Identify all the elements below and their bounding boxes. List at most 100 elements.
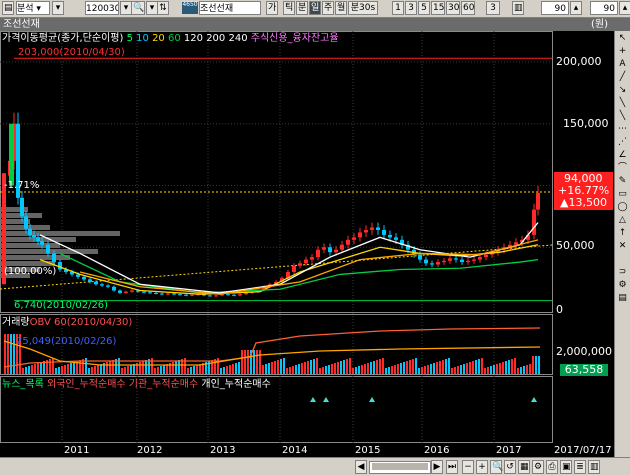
period-tick-button[interactable]: 가 — [266, 1, 278, 15]
period-month-button[interactable]: 월 — [335, 1, 347, 15]
channel-icon[interactable]: ╲ — [617, 111, 628, 122]
magnet-icon[interactable]: ⊃ — [617, 267, 628, 278]
volume-bar — [367, 363, 369, 374]
save-icon[interactable]: ▣ — [560, 460, 572, 474]
volume-bar — [4, 334, 6, 374]
zoom-input-1[interactable]: 90 — [541, 1, 569, 15]
volume-bar — [454, 367, 456, 374]
volume-bar — [520, 367, 522, 374]
ellipse-icon[interactable]: ◯ — [617, 202, 628, 213]
volume-bar — [265, 364, 267, 374]
swap-icon[interactable]: ⇅ — [157, 1, 169, 15]
scrollbar-track[interactable] — [369, 461, 431, 474]
pct-bottom-label: (100.00%) — [4, 266, 57, 277]
current-price-box: 94,000 +16.77% ▲13,500 — [554, 172, 613, 210]
scroll-end-icon[interactable]: ⏭ — [446, 460, 458, 474]
volume-bar — [484, 368, 486, 374]
zoom-input-2[interactable]: 90 — [590, 1, 618, 15]
grid-icon[interactable]: ▥ — [588, 460, 600, 474]
volume-bar — [394, 365, 396, 374]
chevron-up-icon[interactable]: ▴ — [570, 1, 582, 15]
period-min-button[interactable]: 분 — [296, 1, 308, 15]
volume-bar — [73, 362, 75, 374]
settings-icon[interactable]: ⚙ — [532, 460, 544, 474]
period-tick2-button[interactable]: 틱 — [283, 1, 295, 15]
interval-30-button[interactable]: 30 — [446, 1, 460, 15]
candle-body — [184, 294, 188, 296]
scroll-right-icon[interactable]: ▶ — [431, 460, 443, 474]
x-tick-label: 2011 — [64, 445, 90, 456]
candle-body — [100, 284, 104, 286]
volume-bar — [310, 360, 312, 374]
text-icon[interactable]: A — [617, 59, 628, 70]
pencil-icon[interactable]: ✎ — [617, 176, 628, 187]
volume-bar — [241, 350, 243, 374]
scrollbar-thumb[interactable] — [372, 463, 428, 470]
volume-bar — [172, 362, 174, 374]
candle-body — [388, 234, 392, 238]
chart-icon[interactable]: ▦ — [518, 460, 530, 474]
trend-icon[interactable]: ↘ — [617, 85, 628, 96]
status-bar: ◀ ▶ ⏭ − + 🔍 ↺ ▦ ⚙ ⎙ ▣ ≣ ▥ — [0, 457, 630, 475]
erase-icon[interactable]: ✕ — [617, 241, 628, 252]
interval-60-button[interactable]: 60 — [461, 1, 475, 15]
cursor-icon[interactable]: ↖ — [617, 33, 628, 44]
volume-bar — [364, 364, 366, 374]
zoom-in-icon[interactable]: + — [476, 460, 488, 474]
volume-bar — [61, 366, 63, 374]
interval-15-button[interactable]: 15 — [431, 1, 445, 15]
print-icon[interactable]: ⎙ — [546, 460, 558, 474]
scroll-left-icon[interactable]: ◀ — [355, 460, 367, 474]
menu-icon[interactable]: ▤ — [2, 1, 14, 15]
candle-body — [514, 242, 518, 245]
candle-body — [130, 290, 134, 292]
volume-bar — [478, 359, 480, 374]
institution-net-label[interactable]: 기관_누적순매수 — [129, 379, 198, 390]
volume-bar — [130, 365, 132, 374]
volume-bar — [403, 362, 405, 374]
list-icon[interactable]: ≣ — [574, 460, 586, 474]
volume-profile-bar — [0, 255, 70, 260]
period-day-button[interactable]: 일 — [309, 1, 321, 15]
rectangle-icon[interactable]: ▭ — [617, 189, 628, 200]
cross-icon[interactable]: + — [617, 46, 628, 57]
stock-code-input[interactable]: 120030 — [85, 1, 119, 15]
news-list-label[interactable]: 뉴스_목록 — [2, 379, 44, 390]
search-icon[interactable]: 🔍 — [131, 1, 145, 15]
angle-icon[interactable]: ∠ — [617, 150, 628, 161]
search-icon[interactable]: 🔍 — [490, 460, 503, 474]
settings-icon[interactable]: ⚙ — [617, 280, 628, 291]
volume-bar — [292, 366, 294, 374]
volume-bar — [373, 361, 375, 374]
volume-bar — [307, 361, 309, 374]
period-30s-button[interactable]: 분30s — [348, 1, 378, 15]
volume-bar — [226, 366, 228, 374]
interval-5-button[interactable]: 5 — [418, 1, 430, 15]
volume-bar — [463, 364, 465, 374]
interval-custom-field[interactable]: 3 — [486, 1, 500, 15]
menu-select[interactable]: 분석 ▾ — [16, 1, 50, 15]
period-week-button[interactable]: 주 — [322, 1, 334, 15]
line-icon[interactable]: ╲ — [617, 98, 628, 109]
triangle-icon[interactable]: △ — [617, 215, 628, 226]
fib-icon[interactable]: ⋯ — [617, 124, 628, 135]
volume-bar — [70, 363, 72, 374]
arrow-icon[interactable]: ↑ — [617, 228, 628, 239]
lock-icon[interactable]: ▤ — [617, 293, 628, 304]
interval-1-button[interactable]: 1 — [392, 1, 404, 15]
chevron-up-icon[interactable]: ▴ — [619, 1, 630, 15]
y-tick-label: 0 — [556, 303, 563, 316]
fan-icon[interactable]: ⋰ — [617, 137, 628, 148]
foreign-net-label[interactable]: 외국인_누적순매수 — [47, 379, 126, 390]
line-icon[interactable]: ╱ — [617, 72, 628, 83]
reset-icon[interactable]: ↺ — [504, 460, 516, 474]
x-tick-label: 2016 — [424, 445, 450, 456]
volume-bar — [385, 368, 387, 374]
arc-icon[interactable]: ⌒ — [617, 163, 628, 174]
chevron-down-icon[interactable]: ▾ — [52, 1, 64, 15]
zoom-out-icon[interactable]: − — [462, 460, 474, 474]
interval-3-button[interactable]: 3 — [405, 1, 417, 15]
volume-bar — [457, 366, 459, 374]
bars-icon[interactable]: ▥ — [512, 1, 524, 15]
individual-net-label[interactable]: 개인_누적순매수 — [201, 379, 270, 390]
